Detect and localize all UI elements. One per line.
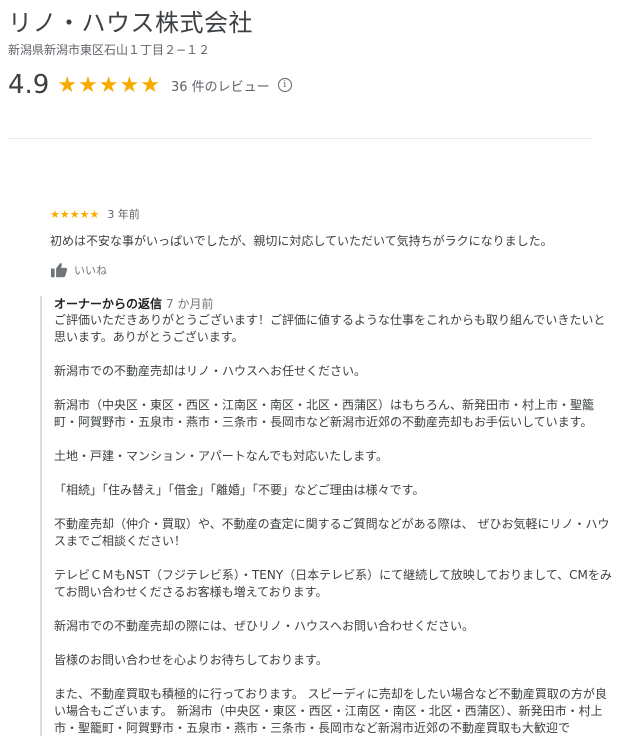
rating-summary: 4.9 ★★★★★ 36 件のレビュー i: [8, 68, 608, 102]
owner-reply-paragraph: 新潟市での不動産売却はリノ・ハウスへお任せください。: [54, 364, 367, 378]
owner-reply-paragraph: 「相続」「住み替え」「借金」「離婚」「不要」などご理由は様々です。: [54, 483, 425, 497]
divider: [8, 138, 592, 139]
review-time: 3 年前: [107, 208, 140, 221]
info-icon[interactable]: i: [277, 78, 292, 92]
owner-reply-label: オーナーからの返信: [54, 297, 163, 311]
owner-reply-paragraph: また、不動産買取も積極的に行っております。 スピーディに売却をしたい場合など不動…: [54, 687, 607, 735]
owner-reply-paragraph: 新潟市（中央区・東区・西区・江南区・南区・北区・西蒲区）はもちろん、新発田市・村…: [54, 398, 595, 429]
owner-reply-paragraph: ご評価いただきありがとうございます！ご評価に値するような仕事をこれからも取り組ん…: [54, 313, 606, 344]
thumbs-up-icon: [51, 263, 68, 278]
business-header: リノ・ハウス株式会社 新潟県新潟市東区石山１丁目２−１２ 4.9 ★★★★★ 3…: [8, 8, 608, 102]
review-count-link[interactable]: 36 件のレビュー: [171, 76, 270, 95]
owner-reply-paragraph: テレビＣＭもNST（フジテレビ系）・TENY（日本テレビ系）にて継続して放映して…: [54, 568, 612, 599]
business-name: リノ・ハウス株式会社: [8, 9, 253, 37]
review-meta: ★★★★★ 3 年前: [50, 206, 610, 222]
owner-reply-time: 7 か月前: [166, 297, 214, 311]
owner-reply-paragraph: 皆様のお問い合わせを心よりお待ちしております。: [54, 653, 328, 667]
rating-stars-icon: ★★★★★: [57, 72, 161, 98]
rating-value: 4.9: [8, 70, 50, 100]
like-label: いいね: [74, 264, 107, 277]
owner-reply-body: ご評価いただきありがとうございます！ご評価に値するような仕事をこれからも取り組ん…: [54, 312, 614, 737]
review-text: 初めは不安な事がいっぱいでしたが、親切に対応していただいて気持ちがラクになりまし…: [50, 234, 553, 248]
like-button[interactable]: いいね: [50, 260, 610, 280]
owner-reply-paragraph: 新潟市での不動産売却の際には、ぜひリノ・ハウスへお問い合わせください。: [54, 619, 475, 633]
business-address: 新潟県新潟市東区石山１丁目２−１２: [8, 43, 211, 57]
owner-reply-paragraph: 土地・戸建・マンション・アパートなんでも対応いたします。: [54, 449, 388, 463]
review-card: ★★★★★ 3 年前 初めは不安な事がいっぱいでしたが、親切に対応していただいて…: [50, 206, 610, 280]
owner-reply: オーナーからの返信 7 か月前 ご評価いただきありがとうございます！ご評価に値する…: [40, 296, 614, 736]
owner-reply-header: オーナーからの返信 7 か月前: [54, 296, 614, 312]
owner-reply-paragraph: 不動産売却（仲介・買取）や、不動産の査定に関するご質問などがある際は、 ぜひお気…: [54, 517, 610, 548]
review-stars-icon: ★★★★★: [50, 207, 100, 221]
